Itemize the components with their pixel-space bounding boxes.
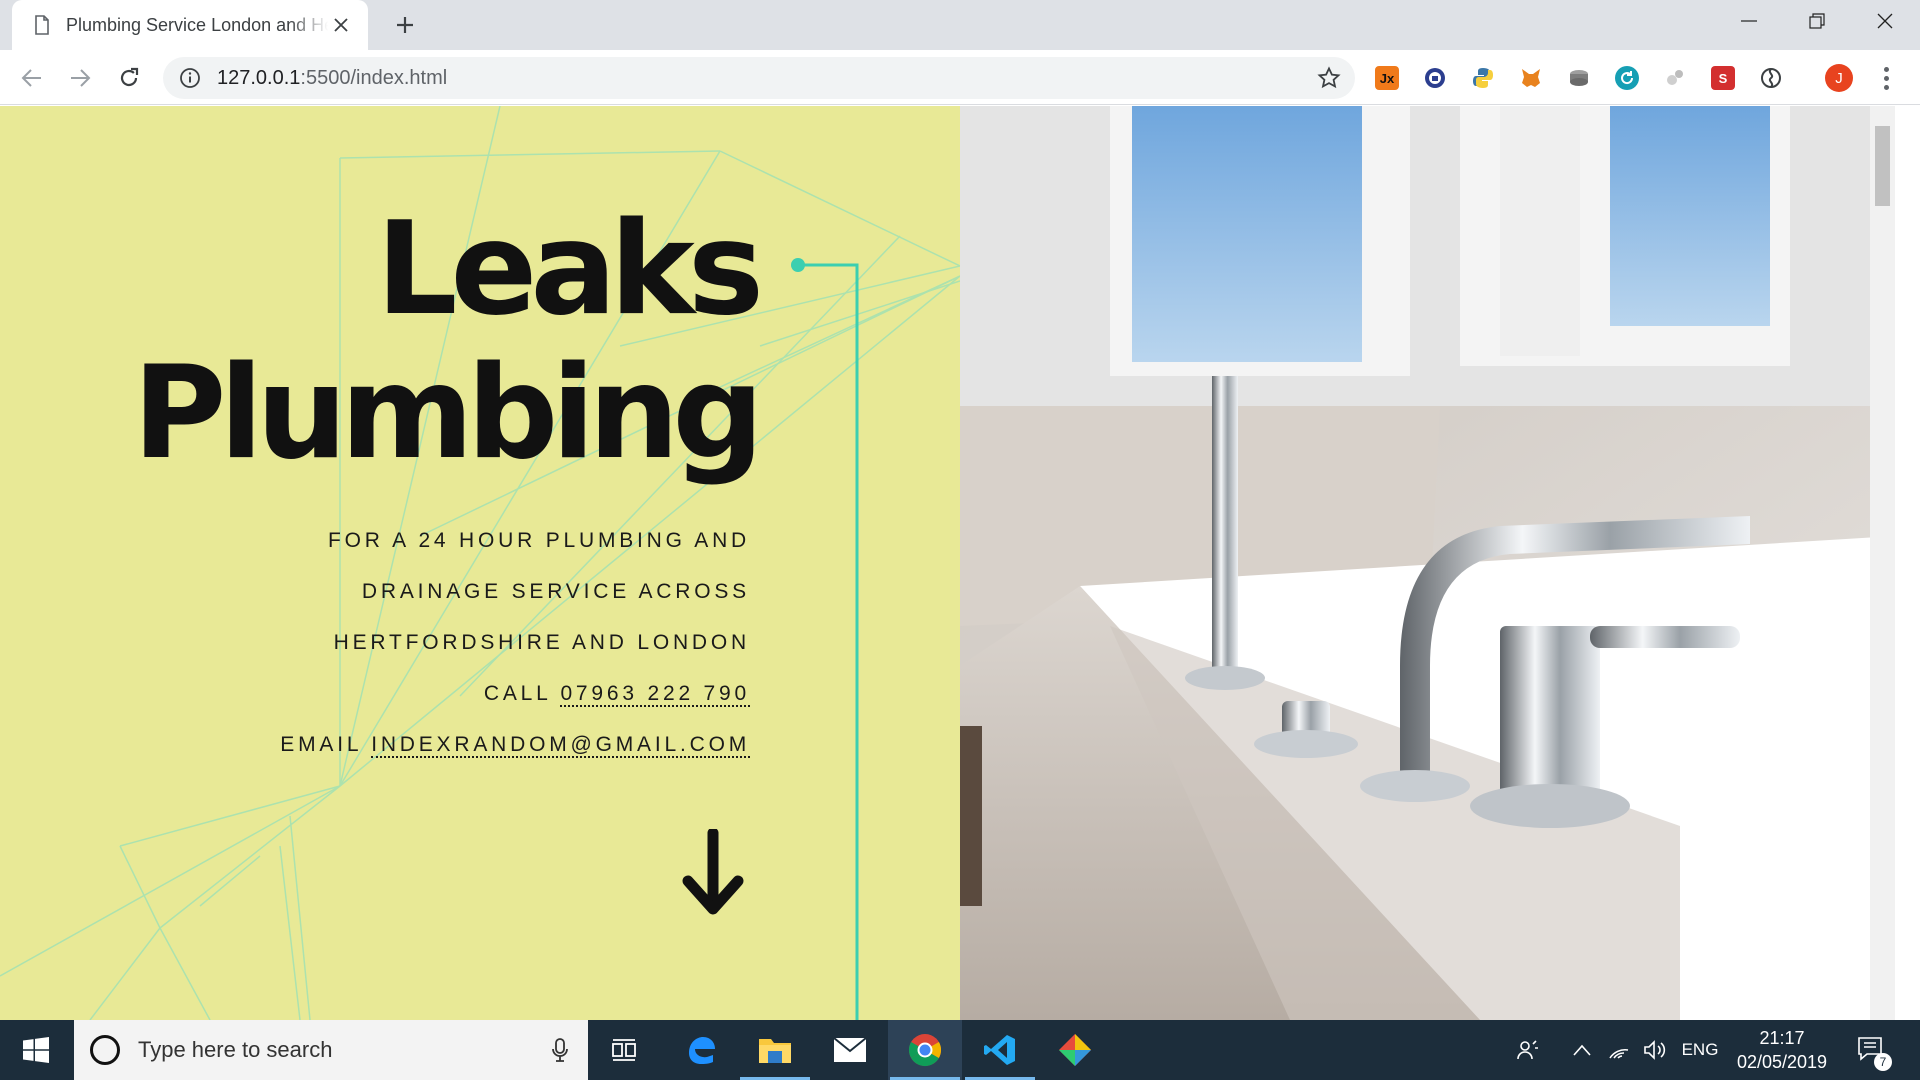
- bathroom-faucet-photo: [960, 106, 1895, 1020]
- scroll-down-arrow-icon[interactable]: [680, 829, 746, 919]
- windows-taskbar: Type here to search ENG 21:17 02/05/2019…: [0, 1020, 1920, 1080]
- swirl-icon[interactable]: [1759, 66, 1783, 90]
- service-line-3: HERTFORDSHIRE AND LONDON: [333, 631, 750, 654]
- vscode-icon[interactable]: [963, 1020, 1037, 1080]
- email-link[interactable]: INDEXRANDOM@GMAIL.COM: [371, 733, 750, 758]
- language-indicator[interactable]: ENG: [1680, 1020, 1720, 1080]
- clock-date: 02/05/2019: [1736, 1052, 1828, 1072]
- chevron-up-icon[interactable]: [1568, 1020, 1596, 1080]
- jx-icon[interactable]: Jx: [1375, 66, 1399, 90]
- faucet-illustration: [960, 106, 1895, 1020]
- cortana-icon: [90, 1035, 120, 1065]
- people-icon[interactable]: [1508, 1020, 1548, 1080]
- python-icon[interactable]: [1471, 66, 1495, 90]
- file-explorer-icon[interactable]: [738, 1020, 812, 1080]
- back-arrow-icon[interactable]: [15, 61, 49, 95]
- profile-avatar[interactable]: J: [1825, 64, 1853, 92]
- minimize-icon[interactable]: [1714, 0, 1784, 42]
- restore-icon[interactable]: [1782, 0, 1852, 42]
- url-host: 127.0.0.1: [217, 66, 301, 89]
- service-line-1: FOR A 24 HOUR PLUMBING AND: [327, 529, 750, 552]
- browser-toolbar: 127.0.0.1:5500/index.html Jx S J: [0, 50, 1920, 105]
- system-clock[interactable]: 21:17 02/05/2019: [1730, 1026, 1834, 1074]
- disk-icon[interactable]: [1567, 66, 1591, 90]
- service-line-2: DRAINAGE SERVICE ACROSS: [361, 580, 750, 603]
- accent-line: [798, 263, 859, 1020]
- tab-close-icon[interactable]: [328, 12, 354, 38]
- info-icon[interactable]: [179, 67, 201, 89]
- notification-center-icon[interactable]: 7: [1850, 1020, 1894, 1080]
- address-bar[interactable]: 127.0.0.1:5500/index.html: [163, 57, 1355, 99]
- red-extension-icon[interactable]: S: [1711, 66, 1735, 90]
- metamask-icon[interactable]: [1519, 66, 1543, 90]
- windows-start-icon[interactable]: [0, 1020, 72, 1080]
- volume-icon[interactable]: [1640, 1020, 1670, 1080]
- close-window-icon[interactable]: [1850, 0, 1920, 42]
- reload-icon[interactable]: [112, 61, 146, 95]
- phone-link[interactable]: 07963 222 790: [560, 682, 750, 707]
- lock-extension-icon[interactable]: [1423, 66, 1447, 90]
- email-line: EMAIL INDEXRANDOM@GMAIL.COM: [280, 719, 750, 770]
- forward-arrow-icon[interactable]: [63, 61, 97, 95]
- contact-info: FOR A 24 HOUR PLUMBING AND DRAINAGE SERV…: [280, 515, 750, 770]
- tab-title: Plumbing Service London and Hertfordshir…: [66, 14, 328, 35]
- edge-icon[interactable]: [663, 1020, 737, 1080]
- scrollbar-thumb[interactable]: [1875, 126, 1890, 206]
- microphone-icon[interactable]: [552, 1038, 568, 1062]
- url-path: :5500/index.html: [300, 66, 448, 89]
- puzzle-icon[interactable]: [1663, 66, 1687, 90]
- chrome-icon[interactable]: [888, 1020, 962, 1080]
- site-title: Leaks Plumbing: [132, 195, 764, 488]
- bookmark-star-icon[interactable]: [1317, 66, 1341, 90]
- browser-menu-icon[interactable]: [1874, 64, 1898, 92]
- title-line-plumbing: Plumbing: [132, 339, 764, 488]
- browser-tab[interactable]: Plumbing Service London and Hertfordshir…: [12, 0, 368, 50]
- call-label: CALL: [483, 682, 551, 705]
- browser-tab-strip: Plumbing Service London and Hertfordshir…: [0, 0, 1920, 50]
- refresh-extension-icon[interactable]: [1615, 66, 1639, 90]
- mail-icon[interactable]: [813, 1020, 887, 1080]
- wifi-icon[interactable]: [1604, 1020, 1634, 1080]
- url-text: 127.0.0.1:5500/index.html: [217, 67, 447, 90]
- hero-panel: Leaks Plumbing FOR A 24 HOUR PLUMBING AN…: [0, 106, 960, 1020]
- page-viewport: Leaks Plumbing FOR A 24 HOUR PLUMBING AN…: [0, 106, 1920, 1020]
- clock-time: 21:17: [1759, 1028, 1805, 1048]
- git-kraken-icon[interactable]: [1038, 1020, 1112, 1080]
- search-placeholder: Type here to search: [138, 1037, 333, 1062]
- new-tab-plus-icon[interactable]: [390, 10, 420, 40]
- document-icon: [35, 15, 49, 35]
- accent-dot: [791, 258, 805, 272]
- title-line-leaks: Leaks: [375, 195, 764, 344]
- email-label: EMAIL: [280, 733, 362, 756]
- call-line: CALL 07963 222 790: [280, 668, 750, 719]
- page-scrollbar[interactable]: [1870, 106, 1895, 1020]
- taskbar-search-box[interactable]: Type here to search: [74, 1020, 588, 1080]
- notification-count-badge: 7: [1874, 1053, 1892, 1071]
- task-view-icon[interactable]: [588, 1020, 662, 1080]
